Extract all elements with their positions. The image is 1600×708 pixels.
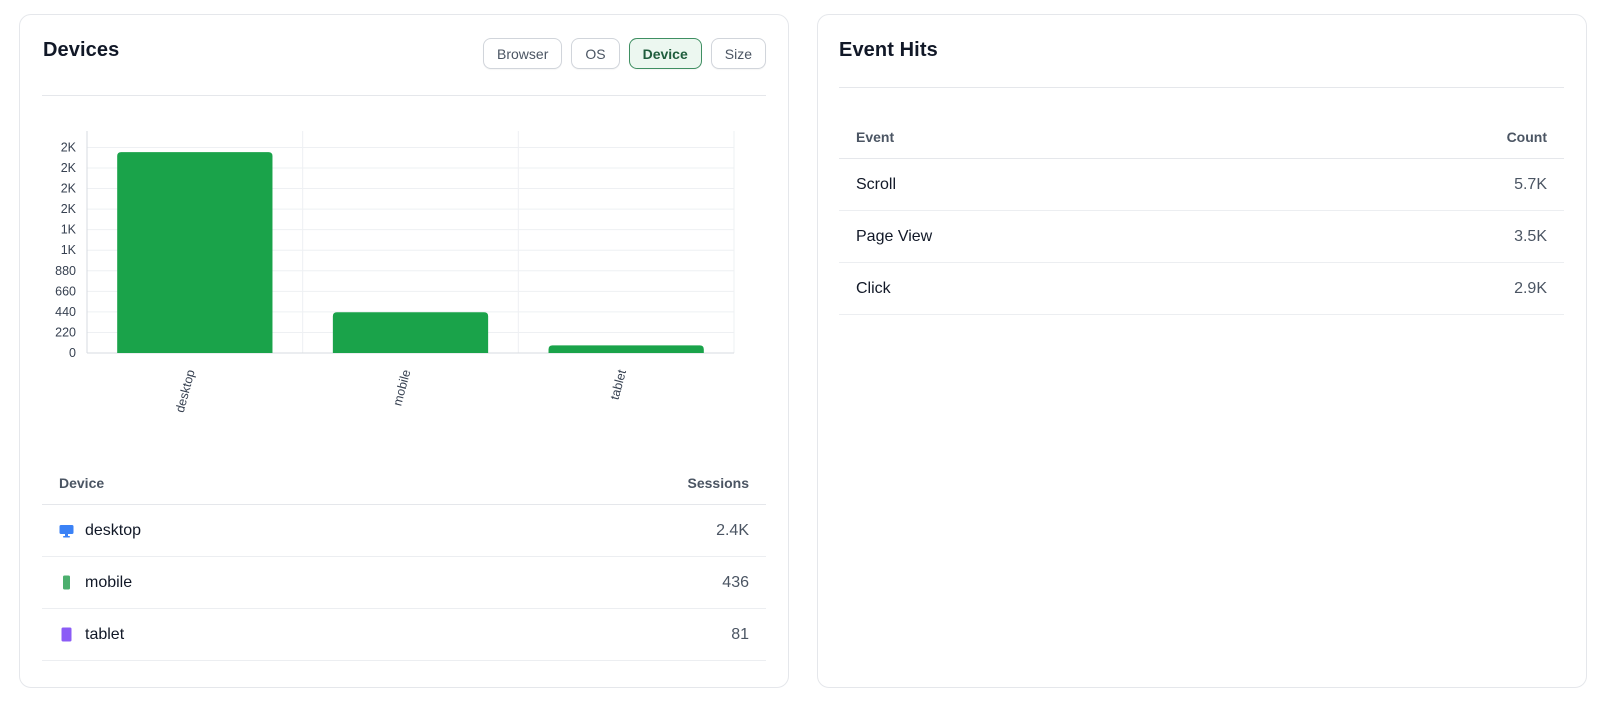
desktop-icon (59, 523, 74, 538)
bar-desktop (117, 152, 273, 353)
device-row-tablet[interactable]: tablet 81 (42, 609, 766, 661)
y-tick-label: 220 (55, 325, 76, 339)
device-row-desktop[interactable]: desktop 2.4K (42, 505, 766, 557)
device-sessions-value: 2.4K (716, 521, 749, 539)
tab-device[interactable]: Device (628, 38, 702, 69)
event-count-value: 2.9K (1514, 279, 1547, 297)
devices-card: Devices Browser OS Device Size 0 220 440 66… (19, 14, 789, 688)
devices-divider (42, 95, 766, 96)
y-tick-label: 2K (61, 202, 77, 216)
event-table-header: Event Count (839, 115, 1564, 159)
tab-os[interactable]: OS (571, 38, 620, 69)
y-tick-label: 1K (61, 223, 77, 237)
device-label: mobile (85, 573, 133, 591)
event-row-page-view[interactable]: Page View 3.5K (839, 211, 1564, 263)
device-label: desktop (85, 521, 142, 539)
y-tick-label: 2K (61, 140, 77, 154)
event-table: Event Count Scroll 5.7K Page View 3.5K C… (839, 115, 1564, 315)
device-row-mobile[interactable]: mobile 436 (42, 557, 766, 609)
device-sessions-value: 436 (722, 573, 749, 591)
x-tick-label: desktop (173, 368, 198, 414)
mobile-icon (59, 575, 74, 590)
y-tick-label: 2K (61, 182, 77, 196)
bar-tablet (548, 345, 704, 353)
event-row-scroll[interactable]: Scroll 5.7K (839, 159, 1564, 211)
event-label: Scroll (856, 175, 897, 193)
y-tick-label: 660 (55, 284, 76, 298)
y-tick-label: 880 (55, 264, 76, 278)
y-tick-label: 1K (61, 243, 77, 257)
device-column-header: Device (59, 474, 105, 491)
device-sessions-bar-chart: 0 220 440 660 880 1K 1K 2K 2K 2K 2K desktop mobile ta… (55, 131, 735, 414)
tab-browser[interactable]: Browser (483, 38, 563, 69)
device-table-header: Device Sessions (42, 461, 766, 505)
y-tick-label: 440 (55, 305, 76, 319)
tab-size[interactable]: Size (710, 38, 766, 69)
devices-breakdown-tabs: Browser OS Device Size (483, 38, 766, 69)
device-sessions-value: 81 (731, 625, 749, 643)
event-column-header: Event (856, 128, 895, 145)
event-hits-card: Event Hits Event Count Scroll 5.7K Page … (817, 14, 1587, 688)
device-label: tablet (85, 625, 125, 643)
bar-mobile (332, 312, 489, 353)
event-hits-divider (839, 87, 1564, 88)
event-label: Page View (856, 227, 933, 245)
y-tick-label: 2K (61, 161, 77, 175)
tablet-icon (59, 627, 74, 642)
count-column-header: Count (1506, 128, 1547, 145)
devices-card-title: Devices (43, 39, 120, 61)
x-tick-label: mobile (390, 368, 413, 407)
y-tick-label: 0 (69, 346, 76, 360)
event-hits-title: Event Hits (839, 39, 938, 61)
event-label: Click (856, 279, 891, 297)
event-row-click[interactable]: Click 2.9K (839, 263, 1564, 315)
sessions-column-header: Sessions (687, 474, 749, 491)
event-count-value: 5.7K (1514, 175, 1547, 193)
event-count-value: 3.5K (1514, 227, 1547, 245)
device-table: Device Sessions desktop 2.4K mobile 436 … (42, 461, 766, 661)
x-tick-label: tablet (608, 368, 630, 402)
